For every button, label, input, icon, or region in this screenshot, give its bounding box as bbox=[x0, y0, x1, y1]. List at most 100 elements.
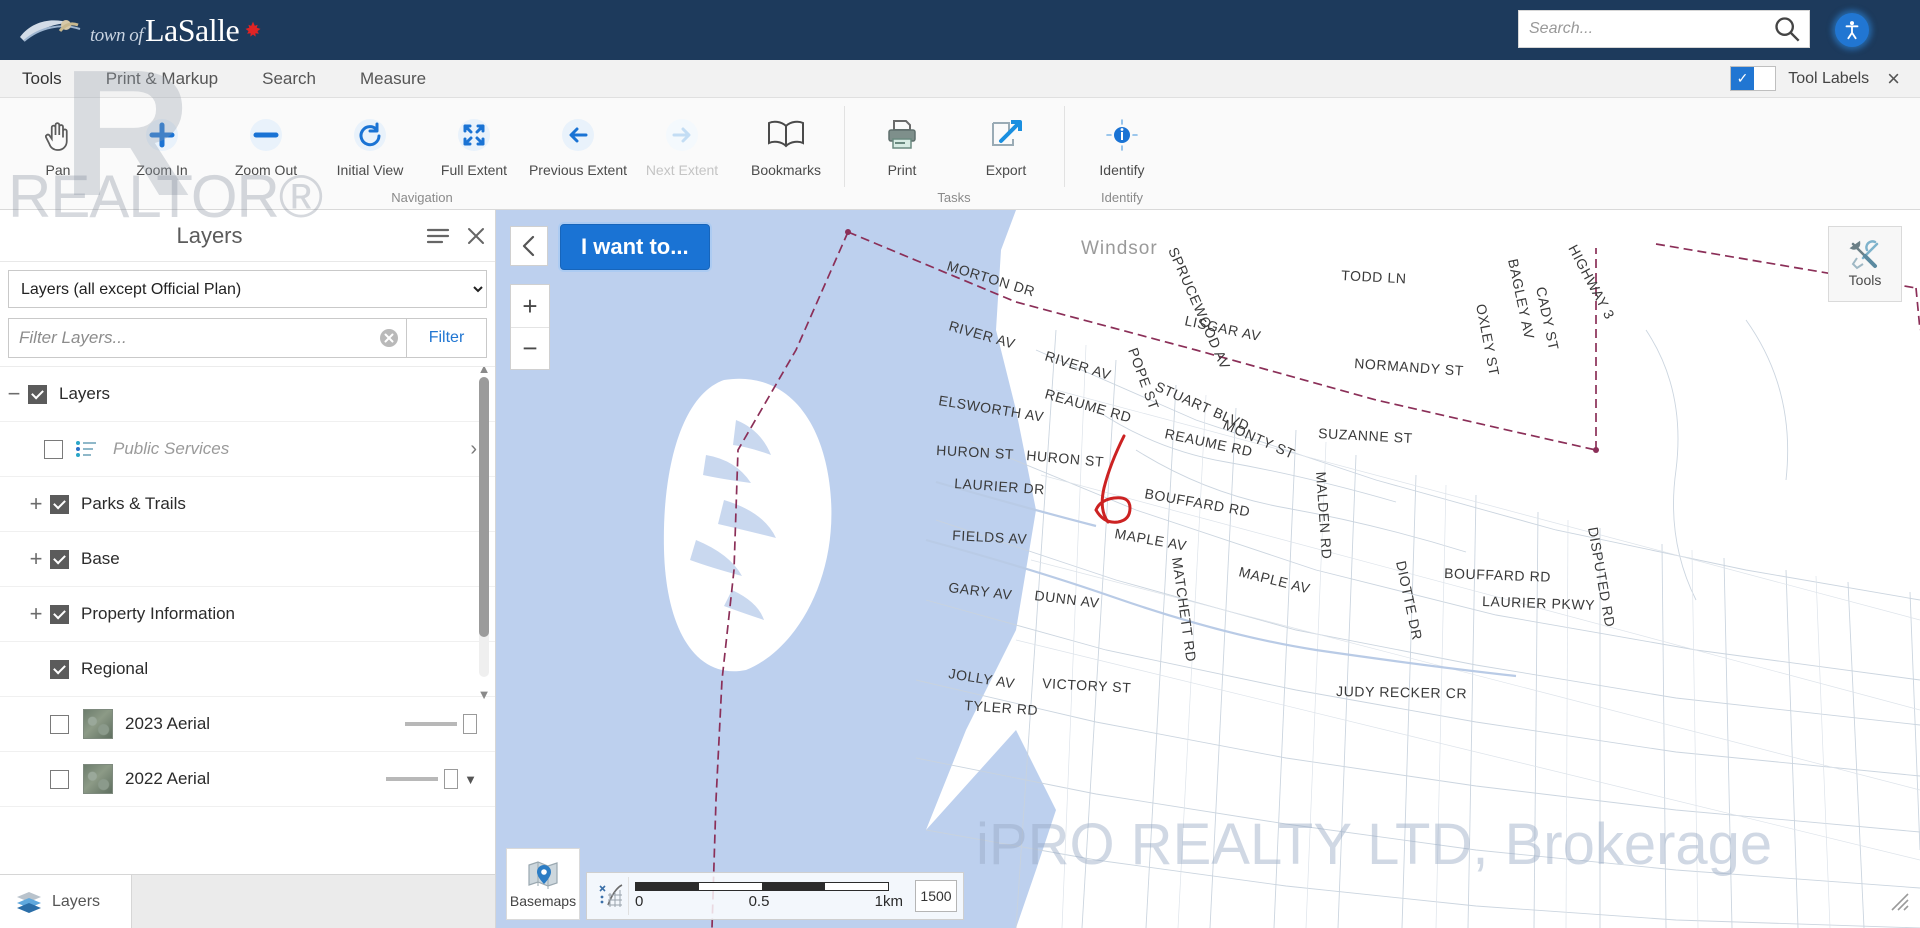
checkbox-base[interactable] bbox=[50, 549, 69, 569]
slider-knob[interactable] bbox=[463, 714, 477, 734]
print-button[interactable]: Print bbox=[850, 104, 954, 178]
close-icon[interactable] bbox=[457, 217, 495, 255]
layers-panel-title: Layers bbox=[176, 222, 243, 248]
tab-print-markup[interactable]: Print & Markup bbox=[84, 60, 240, 98]
collapse-toggle-minus-icon[interactable]: − bbox=[0, 381, 28, 407]
tab-measure[interactable]: Measure bbox=[338, 60, 448, 98]
accessibility-button[interactable] bbox=[1832, 10, 1872, 50]
tree-row-regional[interactable]: Regional bbox=[0, 642, 495, 697]
opacity-slider-2023-aerial[interactable] bbox=[405, 714, 477, 734]
checkbox-regional[interactable] bbox=[50, 659, 69, 679]
zoom-out-button[interactable]: Zoom Out bbox=[214, 104, 318, 178]
ribbon-group-title-navigation: Navigation bbox=[391, 190, 453, 205]
tab-tools[interactable]: Tools bbox=[0, 60, 84, 98]
footer-tab-label: Layers bbox=[52, 892, 101, 910]
search-input[interactable] bbox=[1519, 11, 1765, 47]
filter-input-wrap bbox=[8, 318, 407, 358]
search-box[interactable] bbox=[1518, 10, 1810, 48]
map-tools-button[interactable]: Tools bbox=[1828, 226, 1902, 302]
opacity-slider-2022-aerial[interactable]: ▼ bbox=[386, 769, 477, 789]
slider-track bbox=[386, 777, 439, 781]
map-zoom-out-button[interactable]: − bbox=[511, 327, 549, 369]
brand-prefix: town of bbox=[90, 24, 143, 46]
coordinates-grid-icon[interactable] bbox=[593, 877, 629, 915]
svg-text:JUDY RECKER CR: JUDY RECKER CR bbox=[1336, 683, 1467, 701]
full-extent-button[interactable]: Full Extent bbox=[422, 104, 526, 178]
zoom-out-label: Zoom Out bbox=[234, 162, 298, 178]
layers-scrollbar[interactable] bbox=[479, 377, 489, 677]
map-pin-icon bbox=[528, 861, 558, 889]
scale-value-input[interactable]: 1500 bbox=[915, 880, 957, 912]
map-zoom-controls: + − bbox=[510, 284, 550, 370]
checkbox-2022-aerial[interactable] bbox=[50, 769, 69, 789]
chevron-right-icon[interactable]: › bbox=[470, 438, 477, 461]
initial-view-button[interactable]: Initial View bbox=[318, 104, 422, 178]
close-ribbon-icon[interactable]: × bbox=[1881, 67, 1906, 90]
resize-handle-icon[interactable] bbox=[1890, 892, 1910, 918]
collapse-panel-button[interactable] bbox=[510, 226, 548, 266]
zoom-in-label: Zoom In bbox=[136, 162, 188, 178]
slider-track bbox=[405, 722, 457, 726]
ribbon-group-title-identify: Identify bbox=[1101, 190, 1143, 205]
tool-labels-label: Tool Labels bbox=[1788, 69, 1870, 87]
tools-wrench-icon bbox=[1849, 240, 1879, 270]
export-arrow-icon bbox=[985, 114, 1027, 156]
search-button[interactable] bbox=[1765, 11, 1809, 47]
tree-row-2022-aerial[interactable]: 2022 Aerial ▼ bbox=[0, 752, 495, 807]
map-canvas[interactable]: Windsor MORTON DR RIVER AV RIVER AV POPE… bbox=[496, 210, 1920, 928]
map-zoom-in-button[interactable]: + bbox=[511, 285, 549, 327]
expand-toggle-plus-icon[interactable]: + bbox=[22, 491, 50, 517]
previous-extent-button[interactable]: Previous Extent bbox=[526, 104, 630, 178]
next-extent-button[interactable]: Next Extent bbox=[630, 104, 734, 178]
tree-row-base[interactable]: + Base bbox=[0, 532, 495, 587]
checkbox-property-information[interactable] bbox=[50, 604, 69, 624]
tabbar-right-controls: ✓ Tool Labels × bbox=[1730, 66, 1920, 91]
tab-search[interactable]: Search bbox=[240, 60, 338, 98]
filter-layers-input[interactable] bbox=[9, 328, 372, 348]
checkbox-layers[interactable] bbox=[28, 384, 47, 404]
scroll-down-icon[interactable]: ▼ bbox=[477, 687, 491, 702]
map-bottom-bar: Basemaps 0 0.5 1km 1500 bbox=[506, 848, 964, 920]
pan-button[interactable]: Pan bbox=[6, 104, 110, 178]
checkbox-2023-aerial[interactable] bbox=[50, 714, 69, 734]
arrow-left-icon bbox=[557, 114, 599, 156]
toggle-checkmark-icon: ✓ bbox=[1731, 67, 1754, 90]
clear-circle-icon[interactable] bbox=[372, 319, 406, 357]
tree-row-property-information[interactable]: + Property Information bbox=[0, 587, 495, 642]
zoom-in-button[interactable]: Zoom In bbox=[110, 104, 214, 178]
tree-row-layers[interactable]: − Layers bbox=[0, 367, 495, 422]
filter-button[interactable]: Filter bbox=[407, 318, 487, 358]
layer-set-select[interactable]: Layers (all except Official Plan) bbox=[8, 270, 487, 308]
slider-knob[interactable] bbox=[444, 769, 459, 789]
tree-row-2023-aerial[interactable]: 2023 Aerial bbox=[0, 697, 495, 752]
caret-down-icon[interactable]: ▼ bbox=[464, 772, 477, 787]
expand-toggle-plus-icon[interactable]: + bbox=[22, 546, 50, 572]
map-tools-label: Tools bbox=[1848, 272, 1882, 288]
identify-button[interactable]: Identify bbox=[1070, 104, 1174, 178]
basemaps-button[interactable]: Basemaps bbox=[506, 848, 580, 920]
tree-label-2022-aerial: 2022 Aerial bbox=[125, 769, 211, 788]
zoom-out-icon bbox=[245, 114, 287, 156]
expand-toggle-plus-icon[interactable]: + bbox=[22, 601, 50, 627]
scalebar-container: 0 0.5 1km 1500 bbox=[586, 872, 964, 920]
tree-row-parks-trails[interactable]: + Parks & Trails bbox=[0, 477, 495, 532]
footer-tab-layers[interactable]: Layers bbox=[0, 875, 132, 928]
info-target-icon bbox=[1101, 114, 1143, 156]
scrollbar-thumb[interactable] bbox=[479, 377, 489, 637]
basemaps-label: Basemaps bbox=[509, 893, 577, 909]
export-button[interactable]: Export bbox=[954, 104, 1058, 178]
city-label-windsor: Windsor bbox=[1081, 238, 1158, 259]
checkbox-parks-trails[interactable] bbox=[50, 494, 69, 514]
brand-logo[interactable]: town ofLaSalle bbox=[18, 4, 263, 56]
scroll-up-icon[interactable]: ▲ bbox=[477, 367, 491, 376]
toggle-knob bbox=[1753, 67, 1776, 90]
tool-labels-toggle[interactable]: ✓ bbox=[1730, 66, 1777, 91]
bookmarks-button[interactable]: Bookmarks bbox=[734, 104, 838, 178]
layers-panel-header: Layers bbox=[0, 210, 495, 262]
checkbox-public-services[interactable] bbox=[44, 439, 63, 459]
tree-label-regional: Regional bbox=[81, 659, 149, 678]
i-want-to-button[interactable]: I want to... bbox=[560, 224, 710, 270]
tree-row-public-services[interactable]: Public Services › bbox=[0, 422, 495, 477]
hamburger-icon[interactable] bbox=[419, 217, 457, 255]
scalebar-label-max: 1km bbox=[874, 893, 903, 910]
